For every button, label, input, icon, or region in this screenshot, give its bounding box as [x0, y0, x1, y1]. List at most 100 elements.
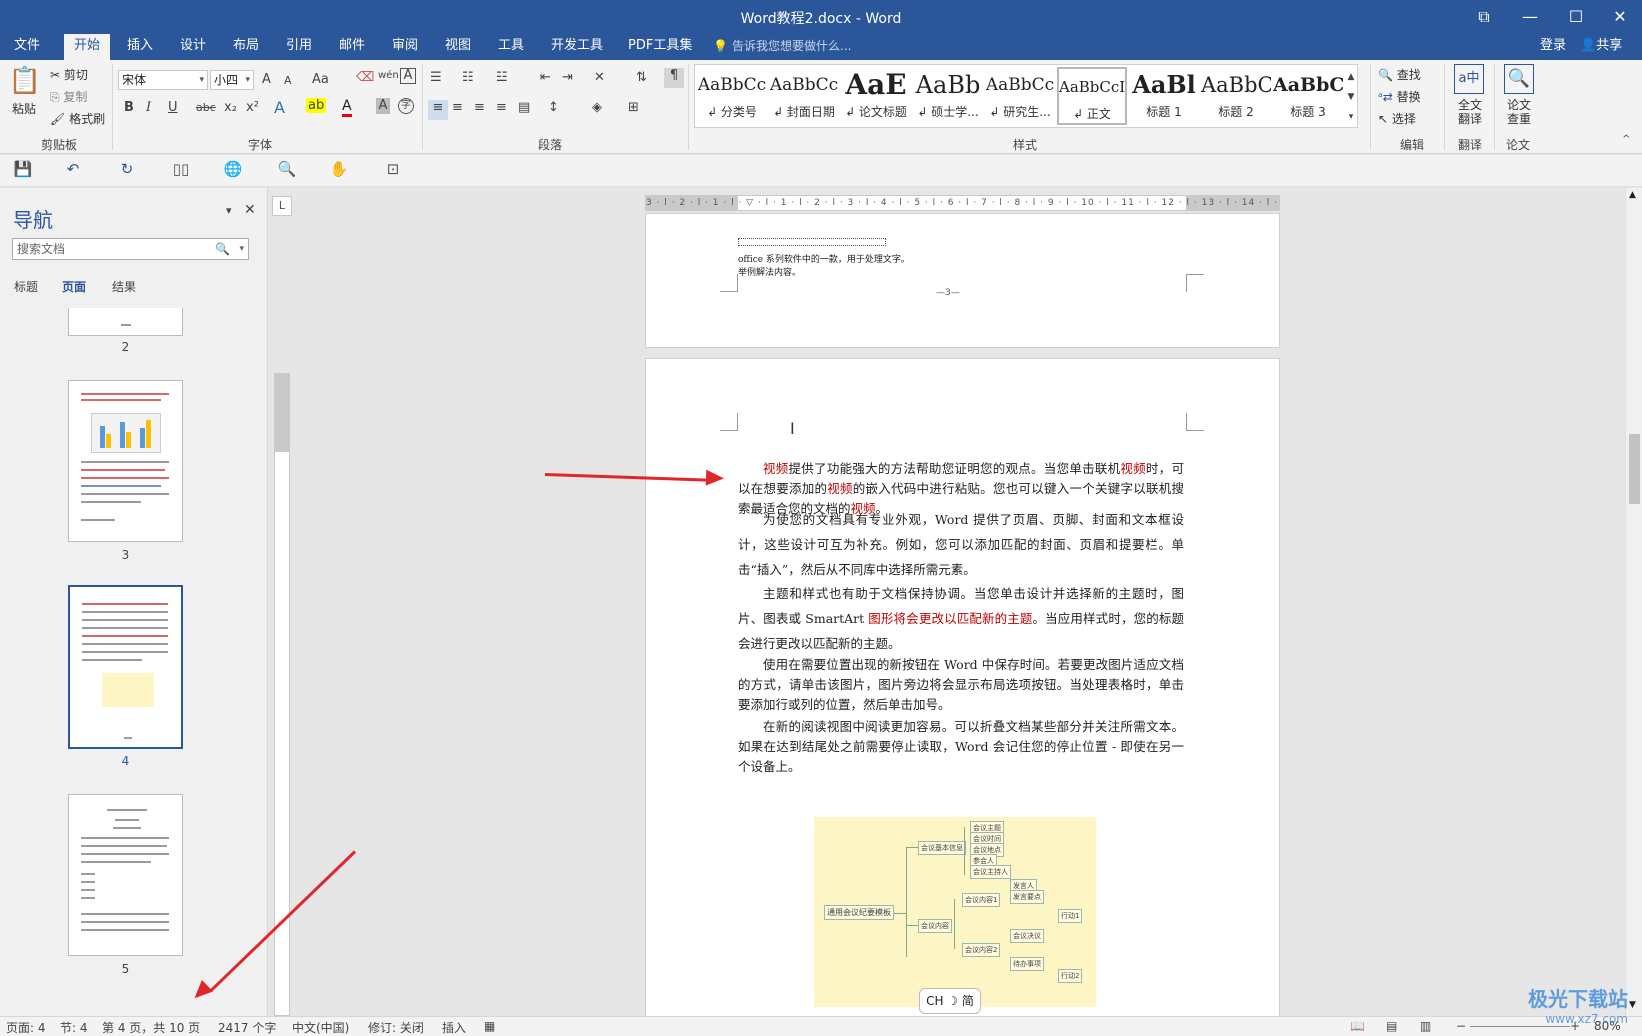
- style-classification-number[interactable]: AaBbCc ↲ 分类号: [697, 67, 767, 125]
- superscript-button[interactable]: x²: [246, 100, 259, 115]
- tab-mailings[interactable]: 邮件: [329, 34, 375, 60]
- mindmap-image[interactable]: 通用会议纪要模板 会议基本信息 会议主题 会议时间 会议地点 参会人 会议主持人…: [814, 817, 1096, 1007]
- ribbon-display-options-button[interactable]: ⧉: [1464, 4, 1504, 30]
- tab-review[interactable]: 审阅: [382, 34, 428, 60]
- ime-indicator[interactable]: CH ☽ 简: [919, 988, 981, 1014]
- char-border-icon[interactable]: A: [400, 68, 416, 84]
- status-insert-mode[interactable]: 插入: [442, 1019, 466, 1036]
- tab-references[interactable]: 引用: [276, 34, 322, 60]
- font-size-select[interactable]: 小四 ▾: [210, 70, 254, 90]
- two-pages-icon[interactable]: ▯▯: [170, 160, 192, 182]
- print-preview-icon[interactable]: 🔍: [276, 160, 298, 182]
- nav-tab-headings[interactable]: 标题: [14, 278, 38, 295]
- replace-button[interactable]: ᵃ⇄ 替换: [1378, 88, 1421, 105]
- page-3-bottom[interactable]: office 系列软件中的一款，用于处理文字。 举例解法内容。 —3—: [645, 213, 1280, 348]
- copy-button[interactable]: ⎘ 复制: [50, 88, 87, 105]
- style-heading-2[interactable]: AaBbC 标题 2: [1201, 67, 1271, 125]
- login-link[interactable]: 登录: [1540, 34, 1566, 58]
- bold-button[interactable]: B: [124, 100, 134, 115]
- shading-icon[interactable]: ◈: [592, 100, 602, 115]
- numbering-icon[interactable]: ☷: [462, 70, 474, 85]
- nav-search-input[interactable]: 搜索文档 🔍 ▾: [12, 238, 249, 260]
- tab-layout[interactable]: 布局: [223, 34, 269, 60]
- paper-check-icon[interactable]: 🔍: [1504, 64, 1534, 94]
- page-thumbnail-5[interactable]: [68, 794, 183, 956]
- close-button[interactable]: ✕: [1600, 4, 1640, 30]
- gallery-scroll-icon[interactable]: ▲ ▼ ▾: [1345, 67, 1357, 127]
- font-name-select[interactable]: 宋体 ▾: [118, 70, 208, 90]
- font-color-icon[interactable]: A: [342, 98, 352, 117]
- style-normal[interactable]: AaBbCcI ↲ 正文: [1057, 67, 1127, 125]
- tab-view[interactable]: 视图: [435, 34, 481, 60]
- nav-tab-pages[interactable]: 页面: [62, 278, 86, 295]
- status-section[interactable]: 节: 4: [60, 1019, 88, 1036]
- tab-developer[interactable]: 开发工具: [541, 34, 613, 60]
- paragraph-5[interactable]: 在新的阅读视图中阅读更加容易。可以折叠文档某些部分并关注所需文本。如果在达到结尾…: [738, 717, 1184, 777]
- select-button[interactable]: ↖ 选择: [1378, 110, 1416, 127]
- shrink-font-button[interactable]: A: [284, 74, 292, 87]
- align-center-icon[interactable]: ≡: [452, 100, 463, 115]
- tab-tools[interactable]: 工具: [488, 34, 534, 60]
- vertical-scrollbar[interactable]: ▲ ▼: [1625, 188, 1642, 1016]
- paragraph-3[interactable]: 主题和样式也有助于文档保持协调。当您单击设计并选择新的主题时，图片、图表或 Sm…: [738, 581, 1184, 656]
- bullets-icon[interactable]: ☰: [430, 70, 442, 85]
- style-heading-3[interactable]: AaBbC 标题 3: [1273, 67, 1343, 125]
- customize-toolbar-icon[interactable]: ⊡: [382, 160, 404, 182]
- style-master[interactable]: AaBb ↲ 硕士学...: [913, 67, 983, 125]
- page-thumbnail-3[interactable]: [68, 380, 183, 542]
- save-icon[interactable]: 💾: [12, 160, 34, 182]
- nav-options-icon[interactable]: ▾: [226, 204, 232, 217]
- web-layout-icon[interactable]: 🌐: [222, 160, 244, 182]
- page-thumbnail-4[interactable]: [68, 585, 183, 749]
- phonetic-guide-icon[interactable]: wén: [378, 70, 399, 81]
- status-word-count[interactable]: 2417 个字: [218, 1019, 276, 1036]
- status-track-changes[interactable]: 修订: 关闭: [368, 1019, 424, 1036]
- text-effects-icon[interactable]: A: [274, 98, 285, 117]
- share-button[interactable]: 👤共享: [1580, 34, 1622, 58]
- scroll-down-icon[interactable]: ▼: [1629, 1000, 1636, 1010]
- paragraph-2[interactable]: 为使您的文档具有专业外观，Word 提供了页眉、页脚、封面和文本框设计，这些设计…: [738, 507, 1184, 582]
- style-graduate[interactable]: AaBbCc ↲ 研究生...: [985, 67, 1055, 125]
- search-icon[interactable]: 🔍: [215, 239, 230, 259]
- touch-mode-icon[interactable]: ✋: [328, 160, 350, 182]
- status-page-of[interactable]: 第 4 页，共 10 页: [102, 1019, 200, 1036]
- tab-home[interactable]: 开始: [64, 34, 111, 60]
- web-layout-view-icon[interactable]: ▥: [1420, 1019, 1431, 1033]
- borders-icon[interactable]: ⊞: [628, 100, 639, 115]
- chevron-down-icon[interactable]: ▾: [239, 239, 244, 259]
- status-page[interactable]: 页面: 4: [6, 1019, 46, 1036]
- subscript-button[interactable]: x₂: [224, 100, 237, 115]
- decrease-indent-icon[interactable]: ⇤: [540, 70, 551, 85]
- page-4[interactable]: I 视频提供了功能强大的方法帮助您证明您的观点。当您单击联机视频时，可以在想要添…: [645, 358, 1280, 1016]
- highlight-icon[interactable]: ab: [306, 98, 327, 113]
- show-marks-icon[interactable]: ¶: [664, 68, 684, 88]
- minimize-button[interactable]: —: [1510, 4, 1550, 30]
- zoom-slider[interactable]: [1470, 1026, 1570, 1027]
- style-cover-date[interactable]: AaBbCc ↲ 封面日期: [769, 67, 839, 125]
- align-left-icon[interactable]: ≡: [428, 100, 448, 120]
- grow-font-button[interactable]: A: [262, 72, 271, 87]
- justify-icon[interactable]: ≡: [496, 100, 507, 115]
- nav-tab-results[interactable]: 结果: [112, 278, 136, 295]
- tab-design[interactable]: 设计: [170, 34, 216, 60]
- lightbulb-icon[interactable]: 💡: [713, 34, 728, 58]
- tab-pdf-tools[interactable]: PDF工具集: [618, 34, 702, 60]
- find-button[interactable]: 🔍 查找: [1378, 66, 1421, 83]
- align-right-icon[interactable]: ≡: [474, 100, 485, 115]
- increase-indent-icon[interactable]: ⇥: [562, 70, 573, 85]
- tab-selector[interactable]: L: [272, 196, 292, 216]
- status-language[interactable]: 中文(中国): [292, 1019, 349, 1036]
- paragraph-4[interactable]: 使用在需要位置出现的新按钮在 Word 中保存时间。若要更改图片适应文档的方式，…: [738, 655, 1184, 715]
- style-heading-1[interactable]: AaBl 标题 1: [1129, 67, 1199, 125]
- paste-button[interactable]: 粘贴: [12, 100, 36, 117]
- multilevel-list-icon[interactable]: ☳: [496, 70, 508, 85]
- paste-icon[interactable]: 📋: [8, 66, 42, 100]
- line-spacing-icon[interactable]: ↕: [548, 100, 559, 115]
- tell-me-input[interactable]: 告诉我您想要做什么...: [732, 34, 851, 58]
- maximize-button[interactable]: ☐: [1556, 4, 1596, 30]
- translate-icon[interactable]: a中: [1454, 64, 1484, 94]
- collapse-ribbon-icon[interactable]: ^: [1622, 134, 1630, 145]
- char-shading-icon[interactable]: A: [376, 98, 390, 114]
- print-layout-icon[interactable]: ▤: [1386, 1019, 1397, 1033]
- horizontal-ruler[interactable]: 3 · l · 2 · l · 1 · l · ▽ · l · 1 · l · …: [645, 195, 1280, 211]
